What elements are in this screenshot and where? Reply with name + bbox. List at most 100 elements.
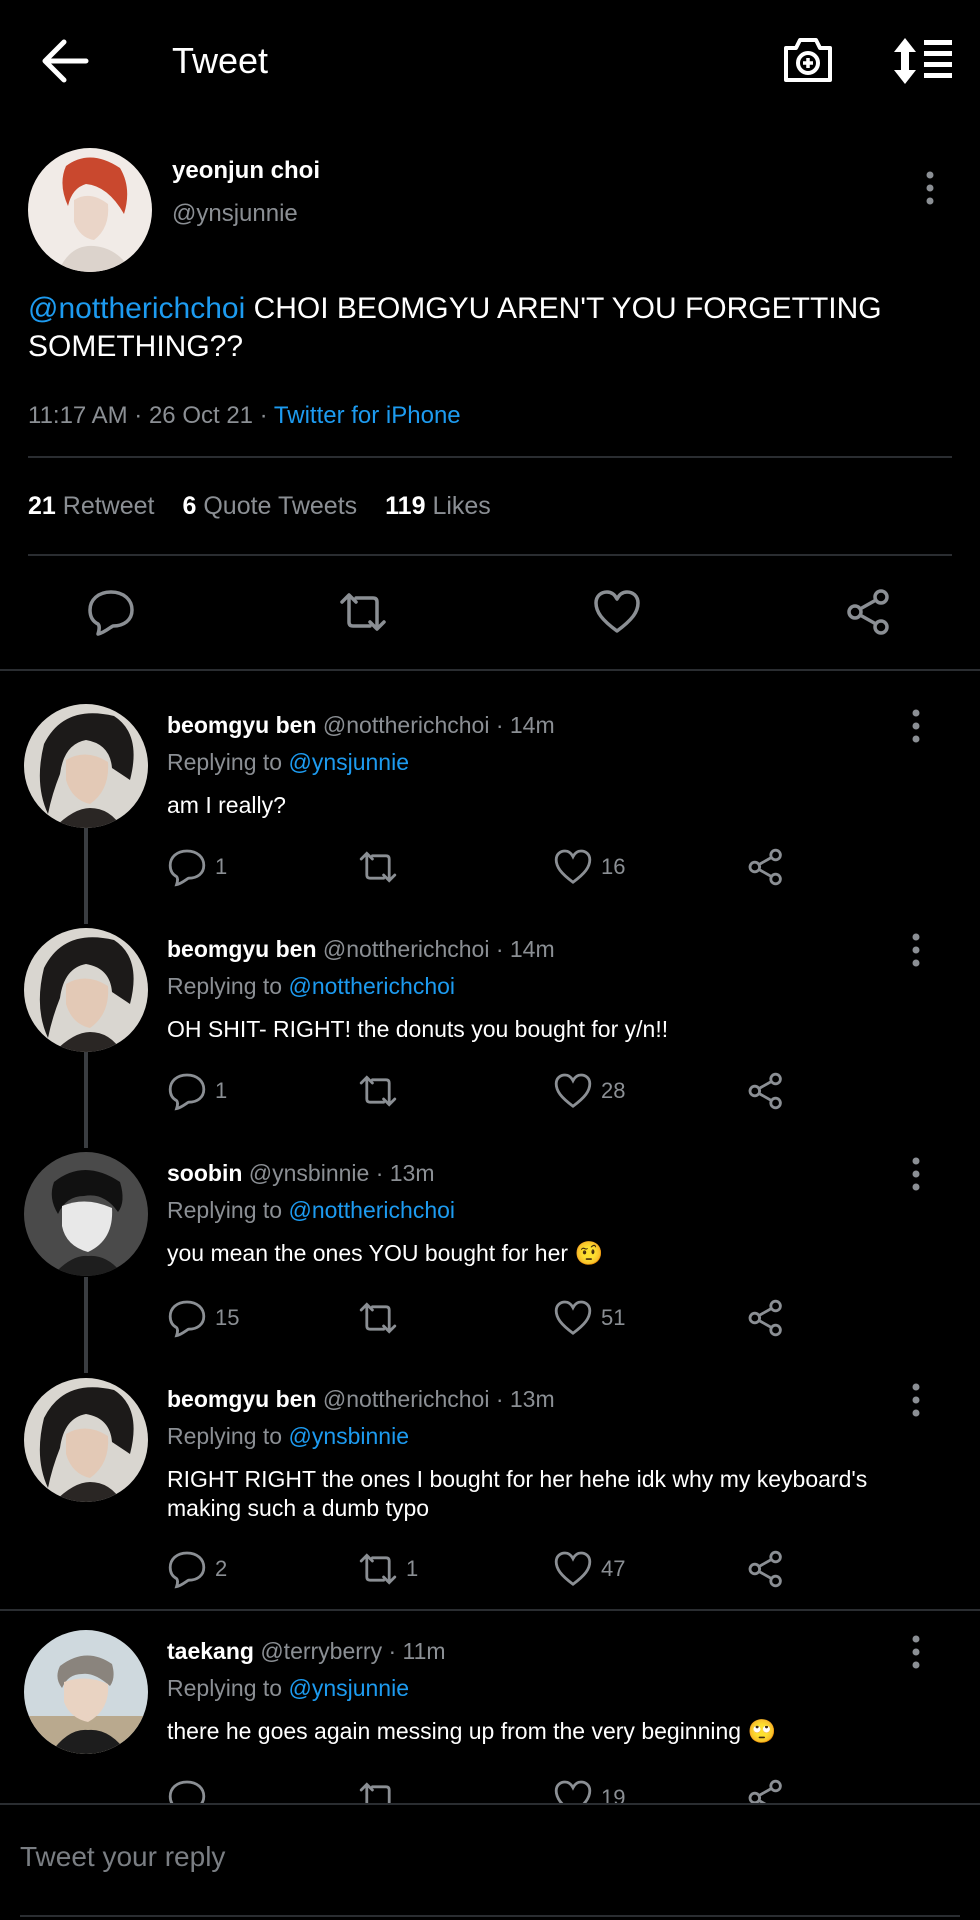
divider	[20, 1915, 960, 1917]
reply-header: beomgyu ben @nottherichchoi · 14m	[167, 936, 555, 963]
retweet-icon	[359, 1553, 397, 1585]
author-name[interactable]: beomgyu ben	[167, 712, 317, 738]
author-meta: @nottherichchoi · 14m	[322, 936, 555, 962]
replying-to: Replying to @ynsjunnie	[167, 749, 409, 775]
reply-action[interactable]: 2	[167, 1547, 227, 1591]
author-name[interactable]: beomgyu ben	[167, 936, 317, 962]
like-icon	[554, 1300, 592, 1335]
reply-count: 2	[215, 1556, 228, 1581]
avatar[interactable]	[24, 1378, 148, 1502]
reply-count: 1	[215, 1078, 228, 1103]
mention-link[interactable]: @nottherichchoi	[288, 973, 455, 999]
like-count: 51	[601, 1305, 626, 1330]
like-icon[interactable]	[592, 588, 642, 636]
source-link[interactable]: Twitter for iPhone	[274, 402, 461, 429]
retweet-action[interactable]	[358, 845, 406, 889]
like-count: 47	[601, 1556, 626, 1581]
avatar[interactable]	[24, 1630, 148, 1754]
reply-header: soobin @ynsbinnie · 13m	[167, 1160, 435, 1187]
share-icon	[748, 1550, 782, 1588]
author-name[interactable]: beomgyu ben	[167, 1386, 317, 1412]
reply-action[interactable]: 1	[167, 1069, 227, 1113]
retweet-count: 1	[406, 1556, 419, 1581]
author-name[interactable]: yeonjun choi	[172, 157, 320, 185]
more-icon[interactable]	[906, 1380, 926, 1420]
replying-to: Replying to @ynsjunnie	[167, 1675, 409, 1701]
share-action[interactable]	[746, 845, 786, 889]
reply-header: taekang @terryberry · 11m	[167, 1638, 446, 1665]
share-action[interactable]	[746, 1547, 786, 1591]
quote-stat[interactable]: 6 Quote Tweets	[182, 492, 357, 520]
mention-link[interactable]: @nottherichchoi	[288, 1197, 455, 1223]
thread-line	[84, 828, 88, 924]
tweet-text: @nottherichchoi CHOI BEOMGYU AREN'T YOU …	[28, 290, 948, 366]
retweet-action[interactable]	[358, 1296, 406, 1340]
mention-link[interactable]: @ynsjunnie	[288, 1675, 409, 1701]
reply-icon[interactable]	[86, 588, 136, 636]
author-name[interactable]: soobin	[167, 1160, 242, 1186]
like-icon	[554, 849, 592, 884]
retweet-icon[interactable]	[338, 588, 388, 636]
avatar[interactable]	[28, 148, 152, 272]
reply-header: beomgyu ben @nottherichchoi · 14m	[167, 712, 555, 739]
reply-header: beomgyu ben @nottherichchoi · 13m	[167, 1386, 555, 1413]
divider	[28, 554, 952, 556]
divider	[28, 456, 952, 458]
avatar[interactable]	[24, 1152, 148, 1276]
retweet-stat[interactable]: 21 Retweet	[28, 492, 154, 520]
mention-link[interactable]: @ynsbinnie	[288, 1423, 409, 1449]
likes-stat[interactable]: 119 Likes	[385, 492, 491, 520]
reply-action[interactable]: 15	[167, 1296, 239, 1340]
like-count: 28	[601, 1078, 626, 1103]
author-meta: @terryberry · 11m	[260, 1638, 446, 1664]
camera-add-icon[interactable]	[780, 34, 836, 86]
share-action[interactable]	[746, 1296, 786, 1340]
retweet-action[interactable]	[358, 1069, 406, 1113]
author-meta: @nottherichchoi · 13m	[322, 1386, 555, 1412]
top-bar: Tweet	[0, 0, 980, 125]
like-icon	[554, 1551, 592, 1586]
replying-to: Replying to @ynsbinnie	[167, 1423, 409, 1449]
reply-text: OH SHIT- RIGHT! the donuts you bought fo…	[167, 1016, 669, 1042]
like-icon	[554, 1073, 592, 1108]
thread-line	[84, 1277, 88, 1373]
reply-composer	[0, 1803, 980, 1920]
share-action[interactable]	[746, 1069, 786, 1113]
like-action[interactable]: 51	[553, 1296, 625, 1340]
author-name[interactable]: taekang	[167, 1638, 254, 1664]
back-arrow-icon[interactable]	[40, 38, 92, 84]
author-meta: @ynsbinnie · 13m	[248, 1160, 435, 1186]
divider	[0, 669, 980, 671]
replying-to: Replying to @nottherichchoi	[167, 1197, 456, 1223]
reply-icon	[168, 1300, 206, 1338]
reply-count: 15	[215, 1305, 240, 1330]
author-handle[interactable]: @ynsjunnie	[172, 200, 298, 228]
mention-link[interactable]: @nottherichchoi	[28, 292, 245, 325]
retweet-action[interactable]: 1	[358, 1547, 418, 1591]
avatar[interactable]	[24, 928, 148, 1052]
mention-link[interactable]: @ynsjunnie	[288, 749, 409, 775]
like-action[interactable]: 28	[553, 1069, 625, 1113]
avatar[interactable]	[24, 704, 148, 828]
timestamp: 11:17 AM · 26 Oct 21 ·	[28, 402, 274, 429]
reply-count: 1	[215, 854, 228, 879]
more-icon[interactable]	[906, 930, 926, 970]
tweet-stats: 21 Retweet 6 Quote Tweets 119 Likes	[28, 492, 491, 521]
like-action[interactable]: 47	[553, 1547, 625, 1591]
more-icon[interactable]	[920, 168, 940, 208]
retweet-icon	[359, 851, 397, 883]
reply-text: am I really?	[167, 792, 286, 818]
reply-text: you mean the ones YOU bought for her 🤨	[167, 1240, 604, 1266]
reply-text: RIGHT RIGHT the ones I bought for her he…	[167, 1466, 868, 1521]
page-title: Tweet	[172, 40, 269, 81]
like-action[interactable]: 16	[553, 845, 625, 889]
tweet-timestamp: 11:17 AM · 26 Oct 21 · Twitter for iPhon…	[28, 402, 461, 430]
more-icon[interactable]	[906, 706, 926, 746]
more-icon[interactable]	[906, 1154, 926, 1194]
share-icon[interactable]	[844, 588, 894, 636]
reply-input[interactable]	[20, 1841, 920, 1873]
author-meta: @nottherichchoi · 14m	[322, 712, 555, 738]
reply-action[interactable]: 1	[167, 845, 227, 889]
more-icon[interactable]	[906, 1632, 926, 1672]
sort-icon[interactable]	[892, 36, 954, 86]
